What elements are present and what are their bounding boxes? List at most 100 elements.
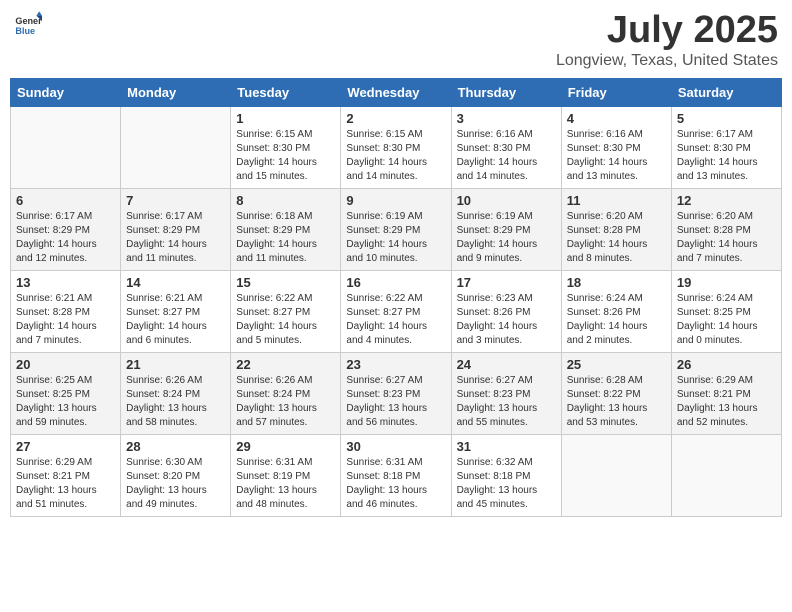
day-number: 1 [236,111,335,126]
calendar-day-cell: 26 Sunrise: 6:29 AM Sunset: 8:21 PM Dayli… [671,352,781,434]
day-number: 31 [457,439,556,454]
calendar-day-cell: 13 Sunrise: 6:21 AM Sunset: 8:28 PM Dayli… [11,270,121,352]
calendar-day-cell: 15Sunrise: 6:22 AM Sunset: 8:27 PM Dayli… [231,270,341,352]
title-section: July 2025 Longview, Texas, United States [556,10,778,70]
day-info: Sunrise: 6:20 AM Sunset: 8:28 PM Dayligh… [677,210,776,266]
day-info: Sunrise: 6:29 AM Sunset: 8:21 PM Dayligh… [16,456,115,512]
day-number: 4 [567,111,666,126]
page-header: General Blue July 2025 Longview, Texas, … [10,10,782,70]
calendar-week-row: 20 Sunrise: 6:25 AM Sunset: 8:25 PM Dayli… [11,352,782,434]
calendar-day-cell: 29 Sunrise: 6:31 AM Sunset: 8:19 PM Dayli… [231,434,341,516]
logo: General Blue [14,10,42,38]
calendar-day-cell: 8Sunrise: 6:18 AM Sunset: 8:29 PM Daylig… [231,188,341,270]
calendar-table: SundayMondayTuesdayWednesdayThursdayFrid… [10,78,782,517]
day-number: 18 [567,275,666,290]
day-info: Sunrise: 6:16 AM Sunset: 8:30 PM Dayligh… [457,128,556,184]
day-info: Sunrise: 6:25 AM Sunset: 8:25 PM Dayligh… [16,374,115,430]
day-number: 29 [236,439,335,454]
day-info: Sunrise: 6:21 AM Sunset: 8:28 PM Dayligh… [16,292,115,348]
calendar-day-cell: 27 Sunrise: 6:29 AM Sunset: 8:21 PM Dayli… [11,434,121,516]
day-number: 28 [126,439,225,454]
weekday-header-wednesday: Wednesday [341,78,451,106]
calendar-day-cell: 24 Sunrise: 6:27 AM Sunset: 8:23 PM Dayli… [451,352,561,434]
day-number: 20 [16,357,115,372]
calendar-day-cell: 28Sunrise: 6:30 AM Sunset: 8:20 PM Dayli… [121,434,231,516]
day-number: 11 [567,193,666,208]
day-info: Sunrise: 6:15 AM Sunset: 8:30 PM Dayligh… [236,128,335,184]
calendar-day-cell: 10 Sunrise: 6:19 AM Sunset: 8:29 PM Dayli… [451,188,561,270]
calendar-day-cell: 12Sunrise: 6:20 AM Sunset: 8:28 PM Dayli… [671,188,781,270]
calendar-day-cell: 22 Sunrise: 6:26 AM Sunset: 8:24 PM Dayli… [231,352,341,434]
day-number: 19 [677,275,776,290]
day-info: Sunrise: 6:15 AM Sunset: 8:30 PM Dayligh… [346,128,445,184]
day-number: 7 [126,193,225,208]
calendar-day-cell: 18 Sunrise: 6:24 AM Sunset: 8:26 PM Dayli… [561,270,671,352]
day-number: 22 [236,357,335,372]
calendar-day-cell: 2 Sunrise: 6:15 AM Sunset: 8:30 PM Daylig… [341,106,451,188]
day-number: 9 [346,193,445,208]
calendar-day-cell: 21 Sunrise: 6:26 AM Sunset: 8:24 PM Dayli… [121,352,231,434]
svg-text:General: General [15,16,42,26]
day-info: Sunrise: 6:32 AM Sunset: 8:18 PM Dayligh… [457,456,556,512]
weekday-header-sunday: Sunday [11,78,121,106]
day-info: Sunrise: 6:31 AM Sunset: 8:18 PM Dayligh… [346,456,445,512]
day-number: 5 [677,111,776,126]
day-number: 26 [677,357,776,372]
day-number: 23 [346,357,445,372]
calendar-day-cell: 1 Sunrise: 6:15 AM Sunset: 8:30 PM Daylig… [231,106,341,188]
day-info: Sunrise: 6:17 AM Sunset: 8:29 PM Dayligh… [126,210,225,266]
calendar-day-cell: 23 Sunrise: 6:27 AM Sunset: 8:23 PM Dayli… [341,352,451,434]
day-info: Sunrise: 6:27 AM Sunset: 8:23 PM Dayligh… [457,374,556,430]
calendar-week-row: 1 Sunrise: 6:15 AM Sunset: 8:30 PM Daylig… [11,106,782,188]
day-number: 16 [346,275,445,290]
day-info: Sunrise: 6:24 AM Sunset: 8:25 PM Dayligh… [677,292,776,348]
day-number: 10 [457,193,556,208]
day-info: Sunrise: 6:28 AM Sunset: 8:22 PM Dayligh… [567,374,666,430]
weekday-header-tuesday: Tuesday [231,78,341,106]
day-info: Sunrise: 6:19 AM Sunset: 8:29 PM Dayligh… [457,210,556,266]
day-number: 24 [457,357,556,372]
day-info: Sunrise: 6:20 AM Sunset: 8:28 PM Dayligh… [567,210,666,266]
month-title: July 2025 [556,10,778,52]
day-number: 3 [457,111,556,126]
calendar-day-cell [561,434,671,516]
day-number: 25 [567,357,666,372]
calendar-day-cell: 7 Sunrise: 6:17 AM Sunset: 8:29 PM Daylig… [121,188,231,270]
calendar-day-cell: 25 Sunrise: 6:28 AM Sunset: 8:22 PM Dayli… [561,352,671,434]
location-title: Longview, Texas, United States [556,52,778,70]
day-number: 6 [16,193,115,208]
day-info: Sunrise: 6:16 AM Sunset: 8:30 PM Dayligh… [567,128,666,184]
calendar-day-cell: 17Sunrise: 6:23 AM Sunset: 8:26 PM Dayli… [451,270,561,352]
calendar-day-cell [671,434,781,516]
calendar-day-cell: 6 Sunrise: 6:17 AM Sunset: 8:29 PM Daylig… [11,188,121,270]
calendar-day-cell: 16Sunrise: 6:22 AM Sunset: 8:27 PM Dayli… [341,270,451,352]
day-info: Sunrise: 6:26 AM Sunset: 8:24 PM Dayligh… [236,374,335,430]
day-number: 13 [16,275,115,290]
calendar-day-cell: 14Sunrise: 6:21 AM Sunset: 8:27 PM Dayli… [121,270,231,352]
day-info: Sunrise: 6:27 AM Sunset: 8:23 PM Dayligh… [346,374,445,430]
calendar-day-cell: 19 Sunrise: 6:24 AM Sunset: 8:25 PM Dayli… [671,270,781,352]
day-number: 17 [457,275,556,290]
day-info: Sunrise: 6:17 AM Sunset: 8:29 PM Dayligh… [16,210,115,266]
day-number: 15 [236,275,335,290]
calendar-day-cell: 3 Sunrise: 6:16 AM Sunset: 8:30 PM Daylig… [451,106,561,188]
calendar-day-cell [11,106,121,188]
svg-text:Blue: Blue [15,26,35,36]
calendar-day-cell: 11 Sunrise: 6:20 AM Sunset: 8:28 PM Dayli… [561,188,671,270]
day-info: Sunrise: 6:24 AM Sunset: 8:26 PM Dayligh… [567,292,666,348]
day-info: Sunrise: 6:19 AM Sunset: 8:29 PM Dayligh… [346,210,445,266]
calendar-week-row: 27 Sunrise: 6:29 AM Sunset: 8:21 PM Dayli… [11,434,782,516]
day-info: Sunrise: 6:29 AM Sunset: 8:21 PM Dayligh… [677,374,776,430]
day-info: Sunrise: 6:18 AM Sunset: 8:29 PM Dayligh… [236,210,335,266]
weekday-header-friday: Friday [561,78,671,106]
calendar-day-cell: 30Sunrise: 6:31 AM Sunset: 8:18 PM Dayli… [341,434,451,516]
day-info: Sunrise: 6:26 AM Sunset: 8:24 PM Dayligh… [126,374,225,430]
day-info: Sunrise: 6:31 AM Sunset: 8:19 PM Dayligh… [236,456,335,512]
logo-icon: General Blue [14,10,42,38]
weekday-header-thursday: Thursday [451,78,561,106]
day-number: 2 [346,111,445,126]
day-number: 21 [126,357,225,372]
day-number: 27 [16,439,115,454]
calendar-day-cell: 20 Sunrise: 6:25 AM Sunset: 8:25 PM Dayli… [11,352,121,434]
calendar-day-cell: 5Sunrise: 6:17 AM Sunset: 8:30 PM Daylig… [671,106,781,188]
